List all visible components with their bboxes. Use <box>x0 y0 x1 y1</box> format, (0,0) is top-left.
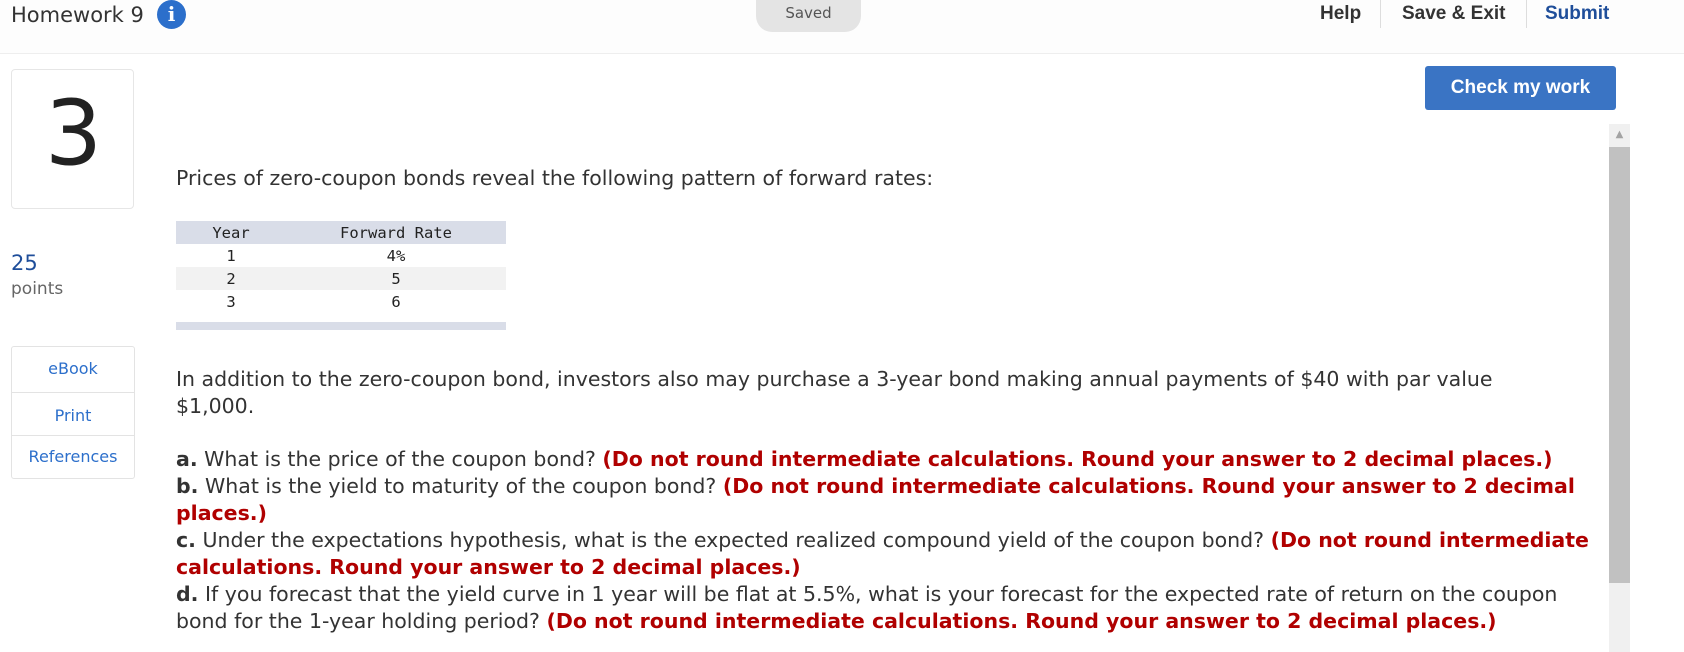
divider <box>1380 0 1381 28</box>
divider <box>1526 0 1527 28</box>
scroll-up-arrow-icon[interactable]: ▲ <box>1609 124 1630 145</box>
part-text: Under the expectations hypothesis, what … <box>202 528 1265 552</box>
question-parts: a. What is the price of the coupon bond?… <box>176 446 1606 635</box>
table-header-row: Year Forward Rate <box>176 221 506 244</box>
table-row: 2 5 <box>176 267 506 290</box>
table-row: 1 4% <box>176 244 506 267</box>
table-cell-rate: 6 <box>391 292 401 311</box>
table-header-year: Year <box>212 223 250 242</box>
part-instruction: (Do not round intermediate calculations.… <box>546 609 1497 633</box>
part-letter: a. <box>176 447 198 471</box>
print-link[interactable]: Print <box>12 406 134 425</box>
question-number-box: 3 <box>11 69 134 209</box>
references-link[interactable]: References <box>12 447 134 466</box>
question-number: 3 <box>44 81 103 186</box>
part-text: What is the yield to maturity of the cou… <box>205 474 717 498</box>
top-bar: Homework 9 i Saved Help Save & Exit Subm… <box>0 0 1684 54</box>
question-part-c: c. Under the expectations hypothesis, wh… <box>176 527 1606 581</box>
saved-status-badge: Saved <box>756 0 861 32</box>
question-part-d: d. If you forecast that the yield curve … <box>176 581 1606 635</box>
part-letter: d. <box>176 582 199 606</box>
info-icon[interactable]: i <box>157 0 186 29</box>
submit-button[interactable]: Submit <box>1545 0 1609 29</box>
question-part-b: b. What is the yield to maturity of the … <box>176 473 1606 527</box>
part-instruction: (Do not round intermediate calculations.… <box>602 447 1553 471</box>
help-button[interactable]: Help <box>1320 0 1361 29</box>
assignment-title: Homework 9 <box>11 3 144 27</box>
part-text: What is the price of the coupon bond? <box>204 447 596 471</box>
table-cell-year: 1 <box>226 246 236 265</box>
ebook-link[interactable]: eBook <box>12 359 134 378</box>
scrollbar-thumb[interactable] <box>1609 147 1630 583</box>
resource-links-panel: eBook Print References <box>11 346 135 479</box>
question-addition-text: In addition to the zero-coupon bond, inv… <box>176 367 1493 418</box>
save-exit-button[interactable]: Save & Exit <box>1402 0 1506 29</box>
divider <box>12 435 134 436</box>
table-footer-bar <box>176 322 506 330</box>
table-cell-year: 2 <box>226 269 236 288</box>
forward-rate-table: Year Forward Rate 1 4% 2 5 3 6 <box>176 221 506 313</box>
table-row: 3 6 <box>176 290 506 313</box>
check-my-work-button[interactable]: Check my work <box>1425 66 1616 110</box>
question-intro: Prices of zero-coupon bonds reveal the f… <box>176 166 934 190</box>
question-part-a: a. What is the price of the coupon bond?… <box>176 446 1606 473</box>
divider <box>12 392 134 393</box>
points-value: 25 <box>11 251 38 275</box>
part-letter: c. <box>176 528 196 552</box>
table-cell-rate: 5 <box>391 269 401 288</box>
points-label: points <box>11 279 64 299</box>
table-cell-year: 3 <box>226 292 236 311</box>
table-cell-rate: 4% <box>386 246 406 265</box>
table-header-forward-rate: Forward Rate <box>340 223 452 242</box>
part-letter: b. <box>176 474 199 498</box>
